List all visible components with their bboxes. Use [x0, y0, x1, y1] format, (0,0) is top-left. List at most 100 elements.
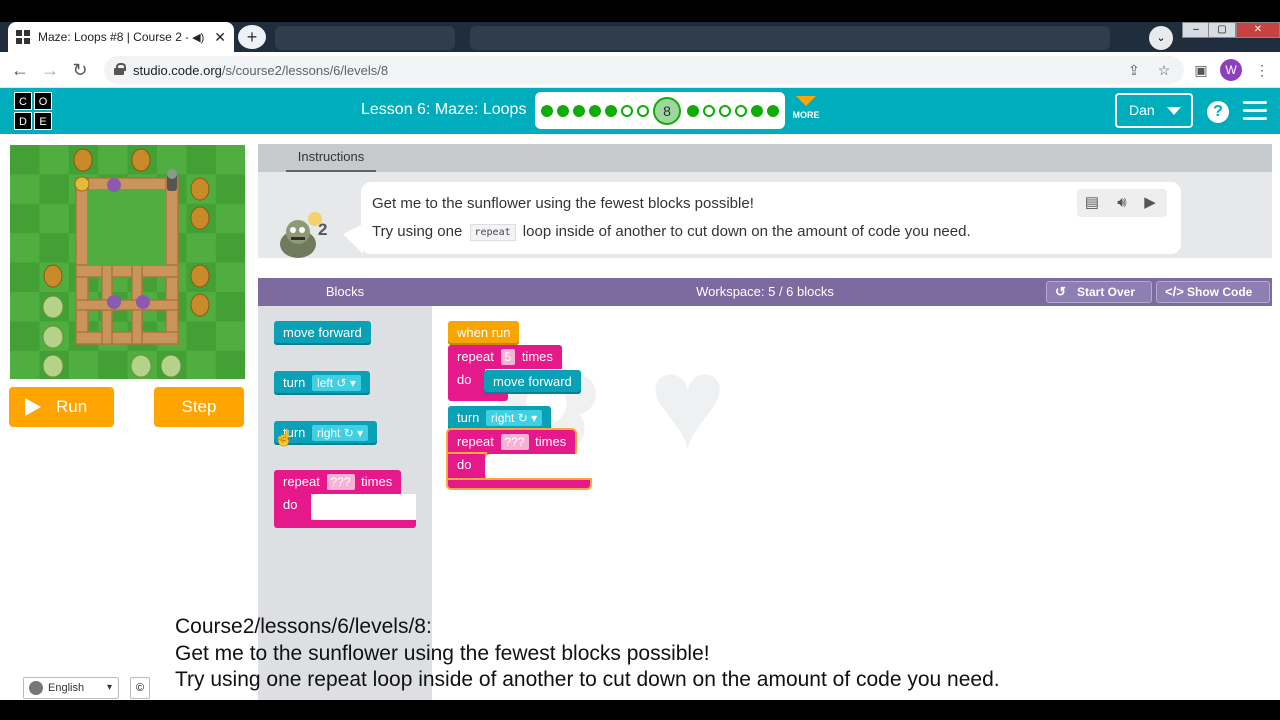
block-label: turn [283, 375, 306, 390]
level-dot[interactable] [687, 104, 699, 117]
code-logo[interactable]: C O D E [14, 92, 52, 130]
show-code-button[interactable]: </> Show Code [1156, 281, 1270, 303]
level-dot[interactable] [589, 104, 601, 117]
level-dot[interactable] [719, 104, 731, 117]
menu-dots-icon[interactable]: ⋮ [1252, 60, 1272, 80]
more-label: MORE [792, 110, 820, 120]
site-header: C O D E Lesson 6: Maze: Loops 8 MORE Dan… [0, 88, 1280, 134]
direction-dropdown[interactable]: left ↺ ▾ [312, 375, 361, 391]
globe-icon [29, 681, 43, 695]
badge-number: 2 [318, 220, 327, 239]
new-tab-icon[interactable]: + [238, 25, 266, 49]
tts-controls: ▤ 🔊︎ ▶ [1077, 189, 1167, 217]
grass-tile [215, 233, 245, 263]
main-area: Run Step Instructions 2 Get me to the su… [0, 134, 1280, 720]
direction-dropdown[interactable]: right ↻ ▾ [312, 425, 369, 441]
lesson-title[interactable]: Lesson 6: Maze: Loops [361, 101, 526, 119]
start-over-icon: ↺ [1055, 284, 1066, 299]
instruction-line-1: Get me to the sunflower using the fewest… [372, 195, 754, 212]
toolbox-turn-left-block[interactable]: turn left ↺ ▾ [274, 371, 370, 395]
forward-icon[interactable]: → [38, 58, 62, 82]
speaker-icon[interactable]: 🔊︎ [1111, 193, 1133, 213]
level-dot[interactable] [557, 104, 569, 117]
level-dot[interactable] [767, 104, 779, 117]
workspace-label: Workspace: 5 / 6 blocks [696, 284, 834, 299]
repeat-count[interactable]: 5 [500, 349, 516, 365]
current-level-dot[interactable]: 8 [653, 96, 681, 125]
workspace-header: Blocks Workspace: 5 / 6 blocks ↺ Start O… [258, 278, 1272, 306]
repeat-count[interactable]: ??? [500, 434, 529, 450]
grass-tile [10, 203, 40, 234]
profile-avatar[interactable]: W [1220, 59, 1242, 81]
level-progress: 8 [535, 92, 785, 129]
maze-visualization [10, 145, 245, 379]
caption-overlay: Course2/lessons/6/levels/8: Get me to th… [175, 614, 1000, 694]
grass-tile [39, 174, 69, 204]
level-dot[interactable] [637, 104, 649, 117]
selected-repeat-block[interactable]: repeat ??? times do [448, 430, 590, 488]
close-icon[interactable]: ✕ [214, 29, 226, 46]
grass-tile [186, 321, 216, 351]
minimize-icon[interactable]: – [1182, 22, 1210, 38]
block-label: do [448, 454, 485, 480]
level-dot[interactable] [751, 104, 763, 117]
move-forward-block[interactable]: move forward [484, 370, 581, 394]
logo-letter: D [14, 112, 32, 130]
tab-strip: Maze: Loops #8 | Course 2 - ◀) ✕ + ⌄ [0, 22, 1280, 52]
share-icon[interactable]: ⇪ [1124, 60, 1144, 80]
block-label: times [361, 474, 393, 489]
caption-line: Course2/lessons/6/levels/8: [175, 615, 432, 638]
language-select[interactable]: English ▾ [23, 677, 119, 699]
level-dot[interactable] [621, 104, 633, 117]
level-dot[interactable] [605, 104, 617, 117]
toolbox-move-forward-block[interactable]: move forward [274, 321, 371, 345]
user-menu-button[interactable]: Dan [1115, 93, 1193, 128]
run-button[interactable]: Run [9, 387, 114, 427]
level-dot[interactable] [703, 104, 715, 117]
level-dot[interactable] [541, 104, 553, 117]
step-button[interactable]: Step [154, 387, 244, 427]
level-dot[interactable] [573, 104, 585, 117]
window-close-icon[interactable]: ✕ [1236, 22, 1280, 38]
grass-tile [215, 174, 245, 204]
back-icon[interactable]: ← [8, 58, 32, 82]
start-over-button[interactable]: ↺ Start Over [1046, 281, 1152, 303]
instructions-bubble: Get me to the sunflower using the fewest… [343, 182, 1181, 254]
direction-dropdown[interactable]: right ↻ ▾ [486, 410, 543, 426]
star-icon[interactable]: ☆ [1154, 60, 1174, 80]
logo-letter: O [34, 92, 52, 110]
toolbox-repeat-block[interactable]: repeat ??? times do [274, 470, 416, 528]
background-tab[interactable] [275, 26, 455, 50]
play-icon[interactable]: ▶ [1139, 193, 1161, 213]
caret-down-icon [1167, 107, 1181, 115]
sidebar-icon[interactable]: ▣ [1191, 60, 1211, 80]
repeat-count[interactable]: ??? [326, 474, 355, 490]
hamburger-menu-icon[interactable] [1243, 101, 1267, 121]
maze-grid [10, 145, 245, 379]
immersive-reader-icon[interactable]: ▤ [1081, 193, 1103, 213]
tab-title: Maze: Loops #8 | Course 2 - [38, 30, 189, 44]
copyright-button[interactable]: © [130, 677, 150, 699]
language-label: English [48, 682, 85, 694]
grass-tile [215, 292, 245, 322]
top-black-bar [0, 0, 1280, 22]
show-code-icon: </> [1165, 284, 1184, 299]
lock-icon [114, 63, 126, 75]
url-field[interactable]: studio.code.org/s/course2/lessons/6/leve… [104, 56, 1184, 84]
active-tab[interactable]: Maze: Loops #8 | Course 2 - ◀) ✕ [8, 22, 234, 52]
audio-icon[interactable]: ◀) [192, 31, 204, 44]
reload-icon[interactable]: ↻ [68, 58, 92, 82]
instructions-panel: Instructions 2 Get me to the sunflower u… [258, 144, 1272, 258]
block-label: times [521, 349, 553, 364]
turn-right-block[interactable]: turn right ↻ ▾ [448, 406, 552, 430]
tab-search-icon[interactable]: ⌄ [1149, 26, 1173, 50]
level-dot[interactable] [735, 104, 747, 117]
tab-instructions[interactable]: Instructions [286, 144, 376, 172]
more-button[interactable]: MORE [789, 96, 823, 120]
instructions-tabbar: Instructions [258, 144, 1272, 172]
user-name: Dan [1129, 102, 1155, 118]
maximize-icon[interactable]: ▢ [1208, 22, 1236, 38]
when-run-block[interactable]: when run [448, 321, 520, 345]
help-icon[interactable]: ? [1207, 101, 1229, 123]
background-tab[interactable] [470, 26, 1110, 50]
